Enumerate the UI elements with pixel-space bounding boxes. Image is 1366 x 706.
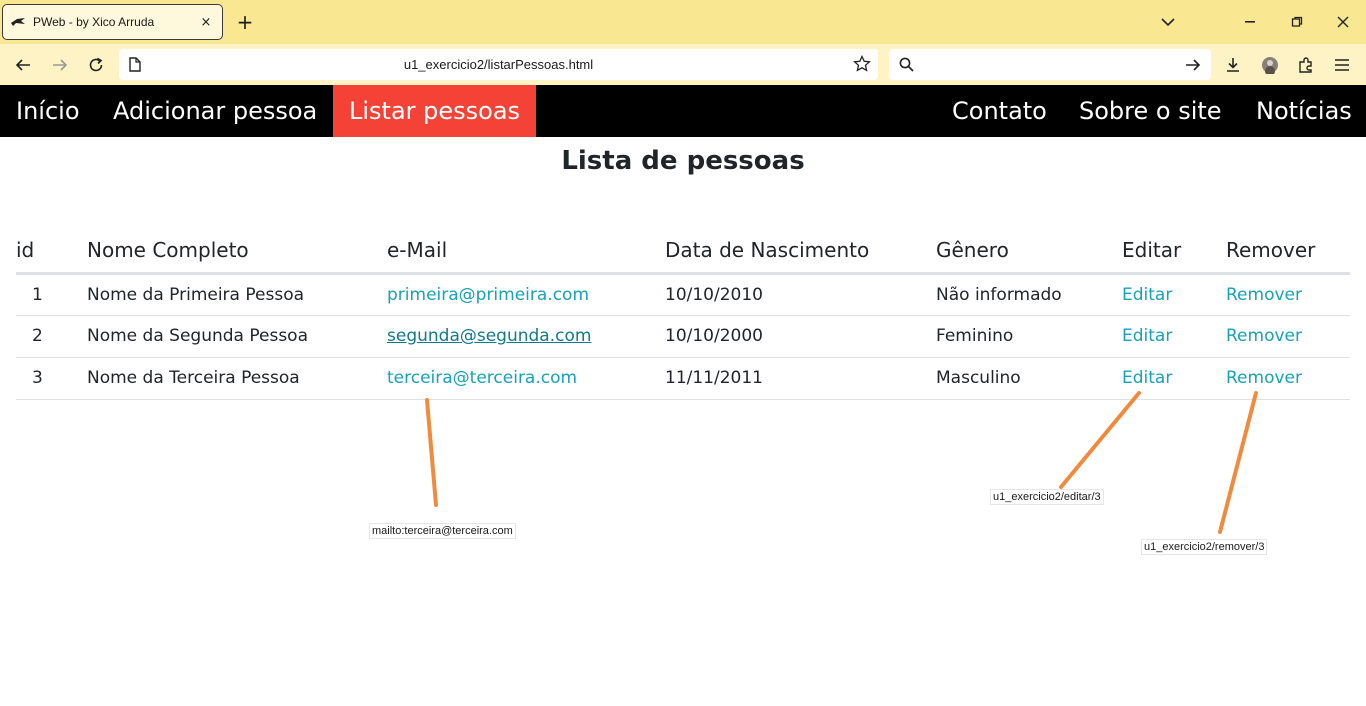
tab-title: PWeb - by Xico Arruda: [33, 15, 155, 29]
cell-id: 2: [16, 315, 87, 358]
edit-annotation-line: [1059, 391, 1141, 489]
header-nascimento: Data de Nascimento: [665, 228, 936, 275]
header-remover: Remover: [1226, 228, 1350, 275]
cell-edit: Editar: [1122, 315, 1226, 358]
cell-gender: Masculino: [936, 357, 1122, 400]
cell-email: primeira@primeira.com: [387, 273, 665, 316]
restore-icon[interactable]: [1285, 10, 1309, 34]
back-icon[interactable]: [10, 52, 36, 78]
edit-link[interactable]: Editar: [1122, 326, 1172, 346]
nav-listar-pessoas[interactable]: Listar pessoas: [333, 85, 537, 137]
remove-url-status-label: u1_exercicio2/remover/3: [1141, 539, 1268, 555]
header-genero: Gênero: [936, 228, 1122, 275]
cell-remove: Remover: [1226, 273, 1350, 316]
cell-birth: 10/10/2000: [665, 315, 936, 358]
cell-remove: Remover: [1226, 315, 1350, 358]
search-bar[interactable]: [889, 49, 1211, 80]
table-header-row: id Nome Completo e-Mail Data de Nascimen…: [16, 228, 1350, 275]
menu-icon[interactable]: [1329, 52, 1355, 78]
address-bar[interactable]: u1_exercicio2/listarPessoas.html: [119, 49, 878, 80]
nav-inicio[interactable]: Início: [0, 85, 96, 137]
email-link[interactable]: segunda@segunda.com: [387, 326, 591, 346]
cell-birth: 10/10/2010: [665, 273, 936, 316]
close-window-icon[interactable]: [1331, 10, 1355, 34]
bookmark-star-icon[interactable]: [853, 55, 871, 73]
tab-close-icon[interactable]: ×: [198, 15, 214, 30]
cell-email: segunda@segunda.com: [387, 315, 665, 358]
nav-contato[interactable]: Contato: [936, 85, 1063, 137]
browser-tab[interactable]: PWeb - by Xico Arruda ×: [2, 4, 223, 40]
table-row: 1 Nome da Primeira Pessoa primeira@prime…: [16, 273, 1350, 316]
edit-url-status-label: u1_exercicio2/editar/3: [990, 489, 1104, 505]
site-navigation: Início Adicionar pessoa Listar pessoas C…: [0, 85, 1366, 137]
search-icon: [899, 57, 914, 72]
cell-gender: Feminino: [936, 315, 1122, 358]
header-email: e-Mail: [387, 228, 665, 275]
mailto-annotation-line: [425, 398, 438, 507]
url-text[interactable]: u1_exercicio2/listarPessoas.html: [119, 57, 878, 72]
search-go-arrow-icon[interactable]: [1185, 57, 1201, 73]
new-tab-icon[interactable]: +: [234, 11, 256, 33]
favicon-icon: [11, 18, 25, 26]
header-nome: Nome Completo: [87, 228, 387, 275]
minimize-icon[interactable]: [1238, 10, 1262, 34]
header-id: id: [16, 228, 87, 275]
nav-noticias[interactable]: Notícias: [1240, 85, 1366, 137]
downloads-icon[interactable]: [1220, 52, 1246, 78]
people-table: id Nome Completo e-Mail Data de Nascimen…: [16, 228, 1350, 400]
email-link[interactable]: primeira@primeira.com: [387, 285, 589, 305]
page-title: Lista de pessoas: [561, 146, 805, 176]
remove-link[interactable]: Remover: [1226, 368, 1302, 388]
remove-link[interactable]: Remover: [1226, 285, 1302, 305]
cell-remove: Remover: [1226, 357, 1350, 400]
browser-toolbar: u1_exercicio2/listarPessoas.html: [0, 44, 1366, 85]
cell-name: Nome da Segunda Pessoa: [87, 315, 387, 358]
extensions-icon[interactable]: [1293, 52, 1319, 78]
cell-edit: Editar: [1122, 357, 1226, 400]
table-row: 2 Nome da Segunda Pessoa segunda@segunda…: [16, 315, 1350, 358]
cell-name: Nome da Terceira Pessoa: [87, 357, 387, 400]
email-link[interactable]: terceira@terceira.com: [387, 368, 577, 388]
reload-icon[interactable]: [83, 52, 109, 78]
cell-gender: Não informado: [936, 273, 1122, 316]
browser-tab-bar: PWeb - by Xico Arruda × +: [0, 0, 1366, 44]
header-editar: Editar: [1122, 228, 1226, 275]
table-row: 3 Nome da Terceira Pessoa terceira@terce…: [16, 357, 1350, 400]
list-all-tabs-icon[interactable]: [1156, 10, 1180, 34]
cell-id: 3: [16, 357, 87, 400]
edit-link[interactable]: Editar: [1122, 285, 1172, 305]
remove-annotation-line: [1218, 391, 1258, 534]
mailto-status-label: mailto:terceira@terceira.com: [369, 523, 516, 539]
nav-adicionar-pessoa[interactable]: Adicionar pessoa: [97, 85, 333, 137]
cell-edit: Editar: [1122, 273, 1226, 316]
cell-id: 1: [16, 273, 87, 316]
account-avatar-icon[interactable]: [1257, 52, 1283, 78]
nav-sobre-o-site[interactable]: Sobre o site: [1063, 85, 1238, 137]
cell-birth: 11/11/2011: [665, 357, 936, 400]
cell-email: terceira@terceira.com: [387, 357, 665, 400]
edit-link[interactable]: Editar: [1122, 368, 1172, 388]
forward-icon[interactable]: [47, 52, 73, 78]
cell-name: Nome da Primeira Pessoa: [87, 273, 387, 316]
remove-link[interactable]: Remover: [1226, 326, 1302, 346]
